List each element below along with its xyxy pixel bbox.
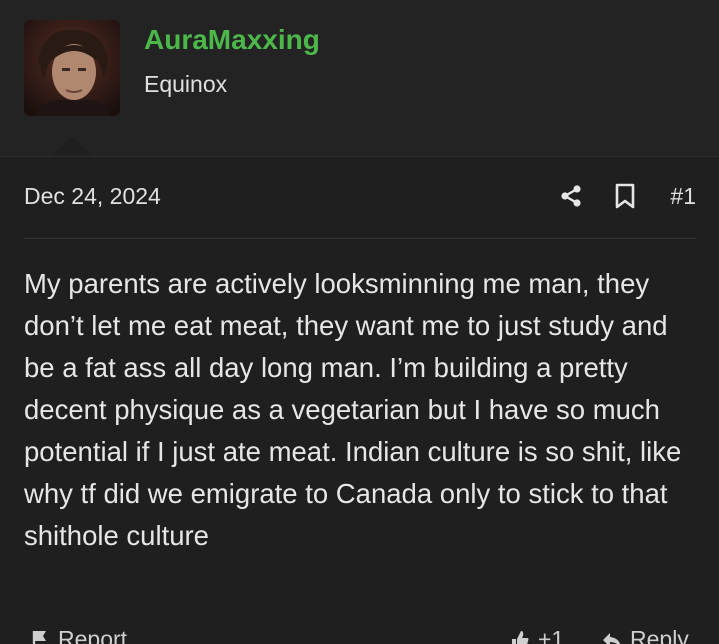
reply-button[interactable]: Reply (602, 626, 689, 644)
user-info-block: AuraMaxxing Equinox (0, 0, 719, 157)
post-date[interactable]: Dec 24, 2024 (24, 182, 161, 210)
arrow-notch (52, 136, 92, 156)
bookmark-icon[interactable] (612, 182, 638, 210)
share-icon[interactable] (558, 182, 584, 210)
reply-label: Reply (630, 626, 689, 644)
flag-icon (32, 630, 46, 644)
username[interactable]: AuraMaxxing (144, 22, 320, 58)
reaction-label: +1 (538, 626, 565, 644)
post-number[interactable]: #1 (670, 182, 696, 210)
reply-icon (603, 632, 621, 644)
avatar[interactable] (24, 20, 120, 116)
report-button[interactable]: Report (32, 626, 127, 644)
post-header-actions: #1 (558, 180, 696, 212)
divider (24, 238, 696, 239)
reaction-button[interactable]: +1 (510, 626, 564, 644)
user-title: Equinox (144, 71, 228, 97)
post-body: My parents are actively looksminning me … (24, 268, 682, 551)
forum-post: AuraMaxxing Equinox Dec 24, 2024 #1 My p… (0, 0, 719, 644)
report-label: Report (58, 626, 128, 644)
post-footer-actions: Report +1 Reply (24, 626, 696, 644)
post-header: Dec 24, 2024 #1 (24, 176, 696, 218)
thumbs-up-icon (512, 630, 529, 644)
